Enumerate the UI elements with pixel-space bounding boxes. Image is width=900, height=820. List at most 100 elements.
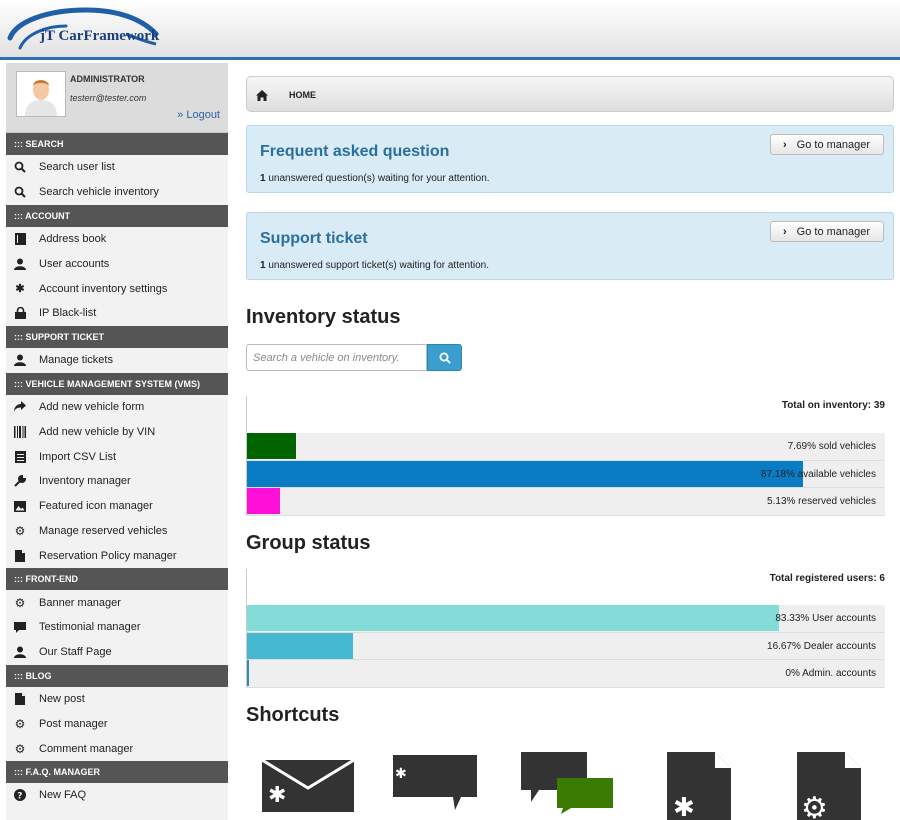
chevron-right-icon: › [783,138,787,151]
group-bar-row: 16.67% Dealer accounts [247,632,885,660]
home-icon[interactable] [256,88,268,106]
group-bar-label: 83.33% User accounts [775,613,876,624]
document-gear-icon[interactable]: ⚙ [797,752,861,820]
sidebar-item-label: Testimonial manager [39,621,141,634]
picture-icon [14,500,26,512]
sidebar-item-user-accounts[interactable]: User accounts [6,251,228,276]
sidebar-item-label: Comment manager [39,742,134,755]
ticket-text: unanswered support ticket(s) waiting for… [265,260,490,271]
svg-text:✱: ✱ [673,793,695,820]
sidebar-item-label: Search vehicle inventory [39,186,159,199]
sidebar-item-manage-reserved-vehicles[interactable]: ⚙ Manage reserved vehicles [6,519,228,544]
group-bars: 83.33% User accounts 16.67% Dealer accoun… [247,605,885,688]
svg-text:✱: ✱ [268,783,286,808]
group-total: Total registered users: 6 [769,573,885,584]
sidebar-item-label: Inventory manager [39,475,131,488]
chat-bubble-icon[interactable]: ✱ [393,752,477,819]
sidebar-item-label: IP Black-list [39,307,97,320]
group-bar-row: 83.33% User accounts [247,605,885,633]
lock-icon [14,307,26,320]
ticket-go-to-manager-button[interactable]: › Go to manager [770,221,884,242]
inventory-search-button[interactable] [427,344,462,371]
logo-text: jT CarFramework [40,28,160,44]
faq-text: unanswered question(s) waiting for your … [265,173,490,184]
sidebar-nav: ::: SEARCH Search user listSearch vehicle… [6,133,228,808]
group-status-chart: Total registered users: 6 83.33% User ac… [246,569,885,688]
sidebar-item-comment-manager[interactable]: ⚙ Comment manager [6,736,228,761]
sidebar-item-reservation-policy-manager[interactable]: Reservation Policy manager [6,543,228,568]
ticket-desc: 1 unanswered support ticket(s) waiting f… [260,260,489,271]
avatar [16,71,66,117]
group-bar-row: 0% Admin. accounts [247,660,885,688]
svg-text:⚙: ⚙ [801,791,828,820]
sidebar-item-featured-icon-manager[interactable]: Featured icon manager [6,494,228,519]
sidebar-item-label: Featured icon manager [39,500,153,513]
logout-link[interactable]: » Logout [177,109,220,121]
sidebar-item-inventory-manager[interactable]: Inventory manager [6,469,228,494]
svg-text:✱: ✱ [395,766,407,782]
inventory-bar-fill [247,460,803,487]
inventory-search [246,344,462,371]
search-icon [439,352,451,364]
sidebar-item-search-user-list[interactable]: Search user list [6,155,228,180]
sidebar-item-new-faq[interactable]: ? New FAQ [6,783,228,808]
sidebar-section-header: ::: BLOG [6,664,228,687]
sidebar-section-header: ::: SEARCH [6,133,228,155]
sidebar-section-header: ::: VEHICLE MANAGEMENT SYSTEM (VMS) [6,372,228,395]
sidebar-item-search-vehicle-inventory[interactable]: Search vehicle inventory [6,180,228,205]
comment-icon [14,621,26,633]
admin-email: testerr@tester.com [70,93,147,103]
sidebar-item-manage-tickets[interactable]: Manage tickets [6,348,228,373]
sidebar-item-import-csv-list[interactable]: Import CSV List [6,444,228,469]
sidebar-item-label: Add new vehicle by VIN [39,425,156,438]
sidebar-item-address-book[interactable]: Address book [6,227,228,252]
group-bar-fill [247,632,353,659]
user-avatar-icon [17,72,65,116]
group-bar-fill [247,660,249,686]
sidebar-item-new-post[interactable]: New post [6,687,228,712]
sidebar-item-ip-black-list[interactable]: IP Black-list [6,301,228,326]
inventory-search-input[interactable] [246,344,428,371]
sidebar-item-label: Address book [39,232,107,245]
sidebar-item-label: Post manager [39,717,108,730]
sidebar-section-header: ::: SUPPORT TICKET [6,325,228,348]
sidebar-item-our-staff-page[interactable]: Our Staff Page [6,640,228,665]
sidebar-item-label: New post [39,692,85,705]
user-icon [14,354,26,367]
file-icon [14,549,26,562]
envelope-icon[interactable]: ✱ [261,752,355,817]
inventory-bars: 7.69% sold vehicles 87.18% available vehi… [247,433,885,516]
inventory-bar-label: 5.13% reserved vehicles [767,496,876,507]
sidebar-item-add-new-vehicle-by-vin[interactable]: Add new vehicle by VIN [6,419,228,444]
sidebar-item-label: User accounts [39,257,110,270]
inventory-bar-label: 87.18% available vehicles [760,468,876,480]
admin-name: ADMINISTRATOR [70,74,145,84]
sidebar: ADMINISTRATOR testerr@tester.com » Logou… [6,63,228,820]
breadcrumb-home[interactable]: HOME [289,90,316,100]
ticket-button-label: Go to manager [796,225,871,238]
file-icon [14,692,26,705]
sidebar-item-account-inventory-settings[interactable]: ✱ Account inventory settings [6,276,228,301]
faq-go-to-manager-button[interactable]: › Go to manager [770,134,884,155]
sidebar-item-label: Account inventory settings [39,282,168,295]
faq-desc: 1 unanswered question(s) waiting for you… [260,173,490,184]
cog-icon: ⚙ [14,741,26,756]
profile-panel: ADMINISTRATOR testerr@tester.com » Logou… [6,63,228,133]
conversation-icon[interactable] [521,752,613,819]
inventory-heading: Inventory status [246,306,401,328]
user-icon [14,646,26,659]
sidebar-item-add-new-vehicle-form[interactable]: Add new vehicle form [6,395,228,420]
list-icon [14,450,26,463]
sidebar-item-post-manager[interactable]: ⚙ Post manager [6,711,228,736]
inventory-bar-fill [247,433,296,459]
logo[interactable]: jT CarFramework [6,4,162,56]
sidebar-item-label: Reservation Policy manager [39,549,177,562]
sidebar-item-banner-manager[interactable]: ⚙ Banner manager [6,590,228,615]
book-icon [14,232,26,245]
group-bar-fill [247,605,779,631]
document-asterisk-icon[interactable]: ✱ [667,752,731,820]
svg-text:?: ? [17,792,22,802]
sidebar-item-testimonial-manager[interactable]: Testimonial manager [6,615,228,640]
inventory-status-chart: Total on inventory: 39 7.69% sold vehicl… [246,396,885,516]
cog-icon: ⚙ [14,595,26,610]
